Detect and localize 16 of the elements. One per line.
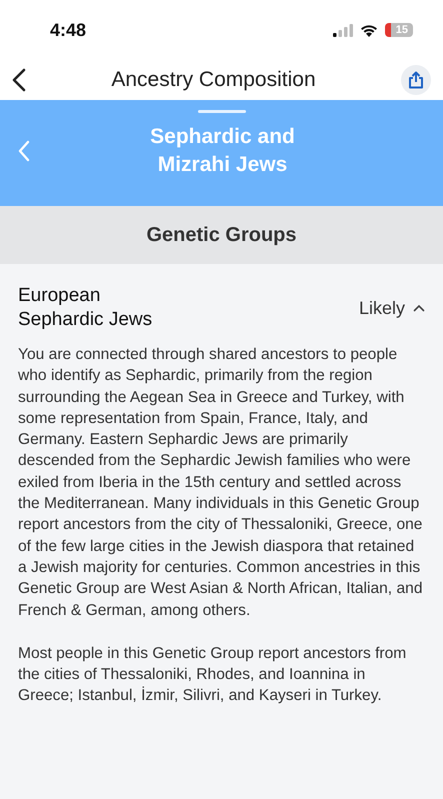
wifi-icon: [360, 24, 378, 36]
drag-handle[interactable]: [198, 110, 246, 113]
sheet-title: Sephardic and Mizrahi Jews: [149, 124, 296, 178]
confidence-label: Likely: [358, 298, 405, 318]
section-title: Genetic Groups: [146, 224, 297, 246]
screen-title: Ancestry Composition: [110, 68, 317, 92]
signal-icon: [332, 24, 353, 36]
description-paragraph: Most people in this Genetic Group report ancestors from the cities of Thessaloniki, Rhodes, and Ioannina in Greece; Istanbul, İzmir, Silivri, and Kayseri in Turkey.: [18, 644, 408, 706]
share-button[interactable]: [401, 65, 431, 95]
description-paragraph: You are connected through shared ancestors to people who identify as Sephardic, primarily from the region surrounding the Aegean Sea in Greece and Turkey, with some representation from Spain, France, Italy, and Germany. Eastern Sephardic Jews are primarily descended from the Sephardic Jewish families who were exiled from Iberia in the 15th century and settled across the Mediterranean. Many individuals in this Genetic Group report ancestors from the city of Thessaloniki, Greece, one of the few large cities in the Jewish diaspora that retained a Jewish majority for centuries. Common ancestries in this Genetic Group are West Asian & North African, Italian, and French & German, among others.: [18, 345, 424, 621]
group-row[interactable]: European Sephardic Jews Likely: [18, 284, 425, 332]
back-icon[interactable]: [12, 68, 26, 92]
group-name: European Sephardic Jews: [18, 284, 154, 332]
status-time: 4:48: [50, 20, 86, 40]
share-icon: [408, 71, 424, 89]
battery-indicator: 15: [384, 23, 413, 37]
